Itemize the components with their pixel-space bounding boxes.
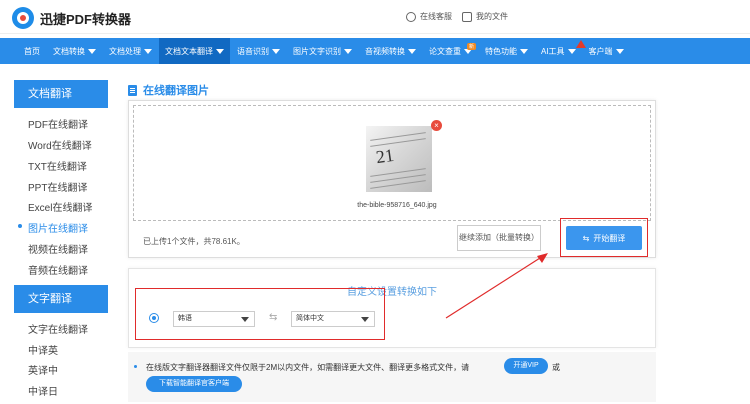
open-vip-button[interactable]: 开通VIP (504, 358, 548, 374)
notice-text: 在线版文字翻译器翻译文件仅限于2M以内文件，如需翻译更大文件、翻译更多格式文件，… (146, 363, 470, 372)
sidebar-item-excel[interactable]: Excel在线翻译 (28, 199, 92, 214)
bullet-icon (134, 365, 137, 368)
chevron-down-icon (615, 48, 624, 54)
app-logo-icon[interactable] (12, 7, 34, 29)
or-text: 或 (552, 363, 560, 372)
sidebar-item-pdf[interactable]: PDF在线翻译 (28, 116, 88, 131)
nav-paper-check[interactable]: 论文查重新 (429, 42, 476, 57)
online-service-label: 在线客服 (420, 12, 452, 21)
chevron-down-icon (88, 48, 96, 54)
nav-doc-translate[interactable]: 文档文本翻译 (159, 38, 230, 64)
page-title-text: 在线翻译图片 (143, 85, 209, 97)
sidebar-item-word[interactable]: Word在线翻译 (28, 137, 92, 152)
chevron-down-icon (344, 48, 352, 54)
sidebar-item-zh-en[interactable]: 中译英 (28, 342, 58, 357)
sidebar-item-image[interactable]: 图片在线翻译 (28, 220, 88, 235)
new-badge: 新 (466, 42, 476, 50)
top-header: 迅捷PDF转换器 在线客服 我的文件 (0, 0, 750, 34)
online-service-link[interactable]: 在线客服 (406, 11, 452, 22)
nav-home[interactable]: 首页 (24, 46, 40, 57)
image-thumbnail: 21 (366, 126, 432, 192)
page-title: 在线翻译图片 (128, 82, 209, 98)
sidebar-section-text-translate: 文字翻译 (14, 285, 108, 313)
nav-doc-process[interactable]: 文档处理 (109, 46, 152, 57)
nav-speech[interactable]: 语音识别 (237, 46, 280, 57)
my-files-label: 我的文件 (476, 12, 508, 21)
sidebar-section-doc-translate: 文档翻译 (14, 80, 108, 108)
sidebar-item-text[interactable]: 文字在线翻译 (28, 321, 88, 336)
nav-ocr[interactable]: 图片文字识别 (293, 46, 352, 57)
main-nav: 首页 文档转换 文档处理 文档文本翻译 语音识别 图片文字识别 音视频转换 论文… (0, 38, 750, 64)
document-icon (462, 11, 472, 22)
my-files-link[interactable]: 我的文件 (462, 11, 508, 22)
nav-ai-tools[interactable]: AI工具 (541, 39, 586, 57)
nav-features[interactable]: 特色功能 (485, 46, 528, 57)
notice-bar: 在线版文字翻译器翻译文件仅限于2M以内文件，如需翻译更大文件、翻译更多格式文件，… (128, 352, 656, 402)
nav-client[interactable]: 客户端 (589, 46, 624, 57)
sidebar-item-audio[interactable]: 音频在线翻译 (28, 262, 88, 277)
nav-av-convert[interactable]: 音视频转换 (365, 46, 416, 57)
headset-icon (406, 11, 416, 22)
chevron-down-icon (408, 48, 416, 54)
file-name: the-bible-958716_640.jpg (357, 202, 437, 209)
download-client-button[interactable]: 下载智能翻译官客户端 (146, 376, 242, 392)
add-more-button[interactable]: 继续添加（批量转换） (457, 225, 541, 251)
sidebar-item-ppt[interactable]: PPT在线翻译 (28, 179, 87, 194)
nav-doc-convert[interactable]: 文档转换 (53, 46, 96, 57)
upload-status: 已上传1个文件，共78.61K。 (143, 237, 245, 246)
thumbnail-text: 21 (374, 144, 396, 168)
chevron-down-icon (567, 48, 576, 54)
brand-name[interactable]: 迅捷PDF转换器 (40, 9, 131, 28)
chevron-down-icon (272, 48, 280, 54)
highlight-box-settings (135, 288, 385, 340)
remove-file-close-icon[interactable]: × (431, 120, 442, 131)
active-dot-icon (18, 224, 22, 228)
sidebar-item-video[interactable]: 视频在线翻译 (28, 241, 88, 256)
chevron-down-icon (144, 48, 152, 54)
chevron-down-icon (216, 48, 224, 54)
sidebar-item-zh-ja[interactable]: 中译日 (28, 383, 58, 398)
chevron-down-icon (520, 48, 528, 54)
highlight-box-start (560, 218, 648, 257)
upload-dropzone[interactable]: 21 × the-bible-958716_640.jpg (133, 105, 651, 221)
sidebar-item-en-zh[interactable]: 英译中 (28, 362, 58, 377)
sidebar-item-txt[interactable]: TXT在线翻译 (28, 158, 87, 173)
hot-arrow-icon (575, 39, 586, 48)
document-icon (128, 84, 137, 96)
